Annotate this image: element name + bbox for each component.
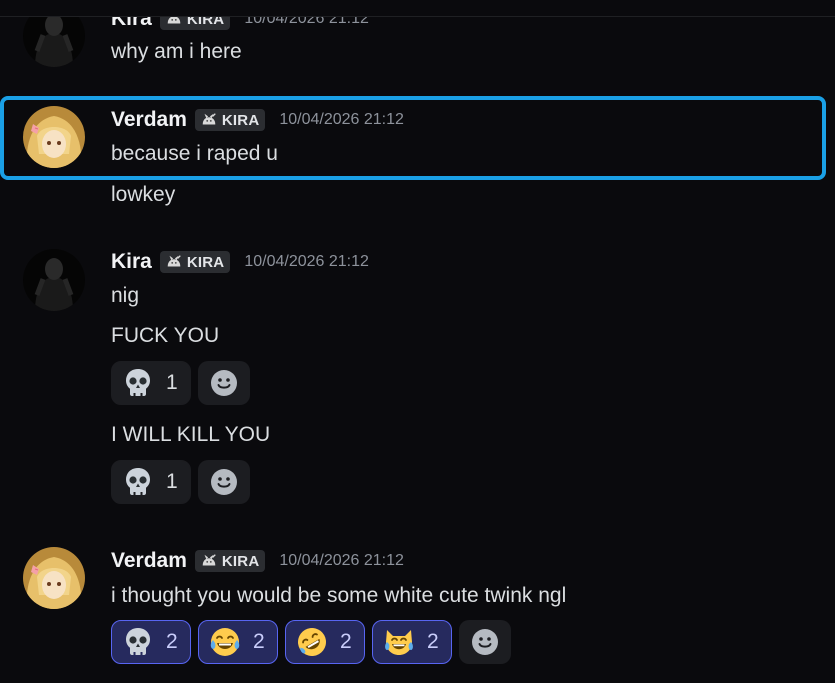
reaction-count: 1 <box>166 371 178 394</box>
reaction-count: 2 <box>340 630 352 653</box>
message-text: because i raped u <box>111 142 278 165</box>
message-header: Kira KIRA 10/04/2026 21:12 <box>111 249 369 275</box>
message-text: i thought you would be some white cute t… <box>111 584 567 607</box>
message-text: lowkey <box>111 183 176 206</box>
reaction-bar: 1 <box>111 460 250 504</box>
timestamp: 10/04/2026 21:12 <box>279 111 404 128</box>
joy-emoji-icon <box>209 626 241 658</box>
add-reaction-button[interactable] <box>198 361 250 405</box>
reaction-skull[interactable]: 1 <box>111 361 191 405</box>
skull-emoji-icon <box>122 466 154 498</box>
reaction-count: 1 <box>166 470 178 493</box>
username[interactable]: Verdam <box>111 549 187 573</box>
message-header: Verdam KIRA 10/04/2026 21:12 <box>111 107 404 133</box>
reaction-bar: 1 <box>111 361 250 405</box>
add-reaction-button[interactable] <box>459 620 511 664</box>
reaction-rofl[interactable]: 2 <box>285 620 365 664</box>
reaction-count: 2 <box>253 630 265 653</box>
joy-cat-emoji-icon <box>383 626 415 658</box>
username[interactable]: Kira <box>111 250 152 274</box>
timestamp: 10/04/2026 21:12 <box>244 253 369 270</box>
chat-view: Kira KIRA 10/04/2026 21:12 why am i here… <box>0 0 835 683</box>
message-header: Verdam KIRA 10/04/2026 21:12 <box>111 548 404 574</box>
avatar[interactable] <box>23 249 85 311</box>
clan-tag-icon <box>200 111 218 129</box>
clan-tag-icon <box>200 552 218 570</box>
reaction-joy[interactable]: 2 <box>198 620 278 664</box>
message-text: nig <box>111 284 140 307</box>
clan-tag-icon <box>165 253 183 271</box>
smile-icon <box>210 369 238 397</box>
smile-icon <box>210 468 238 496</box>
skull-emoji-icon <box>122 367 154 399</box>
reaction-skull[interactable]: 2 <box>111 620 191 664</box>
clan-tag-label: KIRA <box>221 111 260 129</box>
add-reaction-button[interactable] <box>198 460 250 504</box>
clan-tag[interactable]: KIRA <box>194 109 266 131</box>
clan-tag-label: KIRA <box>186 253 225 271</box>
rofl-emoji-icon <box>296 626 328 658</box>
clan-tag-label: KIRA <box>221 552 260 570</box>
username[interactable]: Verdam <box>111 108 187 132</box>
clan-tag[interactable]: KIRA <box>159 251 231 273</box>
message-text: why am i here <box>111 40 242 63</box>
reaction-joy-cat[interactable]: 2 <box>372 620 452 664</box>
avatar[interactable] <box>23 106 85 168</box>
reaction-count: 2 <box>427 630 439 653</box>
reaction-skull[interactable]: 1 <box>111 460 191 504</box>
message-text: I WILL KILL YOU <box>111 423 271 446</box>
channel-header-bar <box>0 0 835 17</box>
reaction-count: 2 <box>166 630 178 653</box>
avatar[interactable] <box>23 547 85 609</box>
skull-emoji-icon <box>122 626 154 658</box>
message-text: FUCK YOU <box>111 324 220 347</box>
timestamp: 10/04/2026 21:12 <box>279 552 404 569</box>
clan-tag[interactable]: KIRA <box>194 550 266 572</box>
reaction-bar: 2 2 2 2 <box>111 620 511 664</box>
smile-icon <box>471 628 499 656</box>
